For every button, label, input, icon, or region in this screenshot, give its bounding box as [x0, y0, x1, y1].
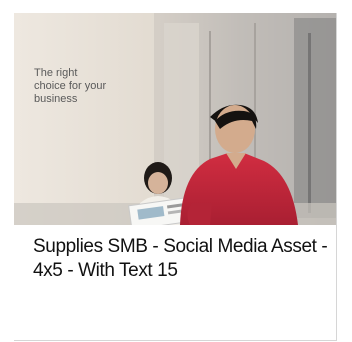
- asset-thumbnail[interactable]: The right choice for your business: [14, 13, 336, 225]
- asset-card[interactable]: The right choice for your business Suppl…: [14, 13, 337, 341]
- asset-title[interactable]: Supplies SMB - Social Media Asset - 4x5 …: [33, 235, 333, 283]
- office-photo: [14, 13, 336, 225]
- image-overlay-text: The right choice for your business: [34, 67, 107, 105]
